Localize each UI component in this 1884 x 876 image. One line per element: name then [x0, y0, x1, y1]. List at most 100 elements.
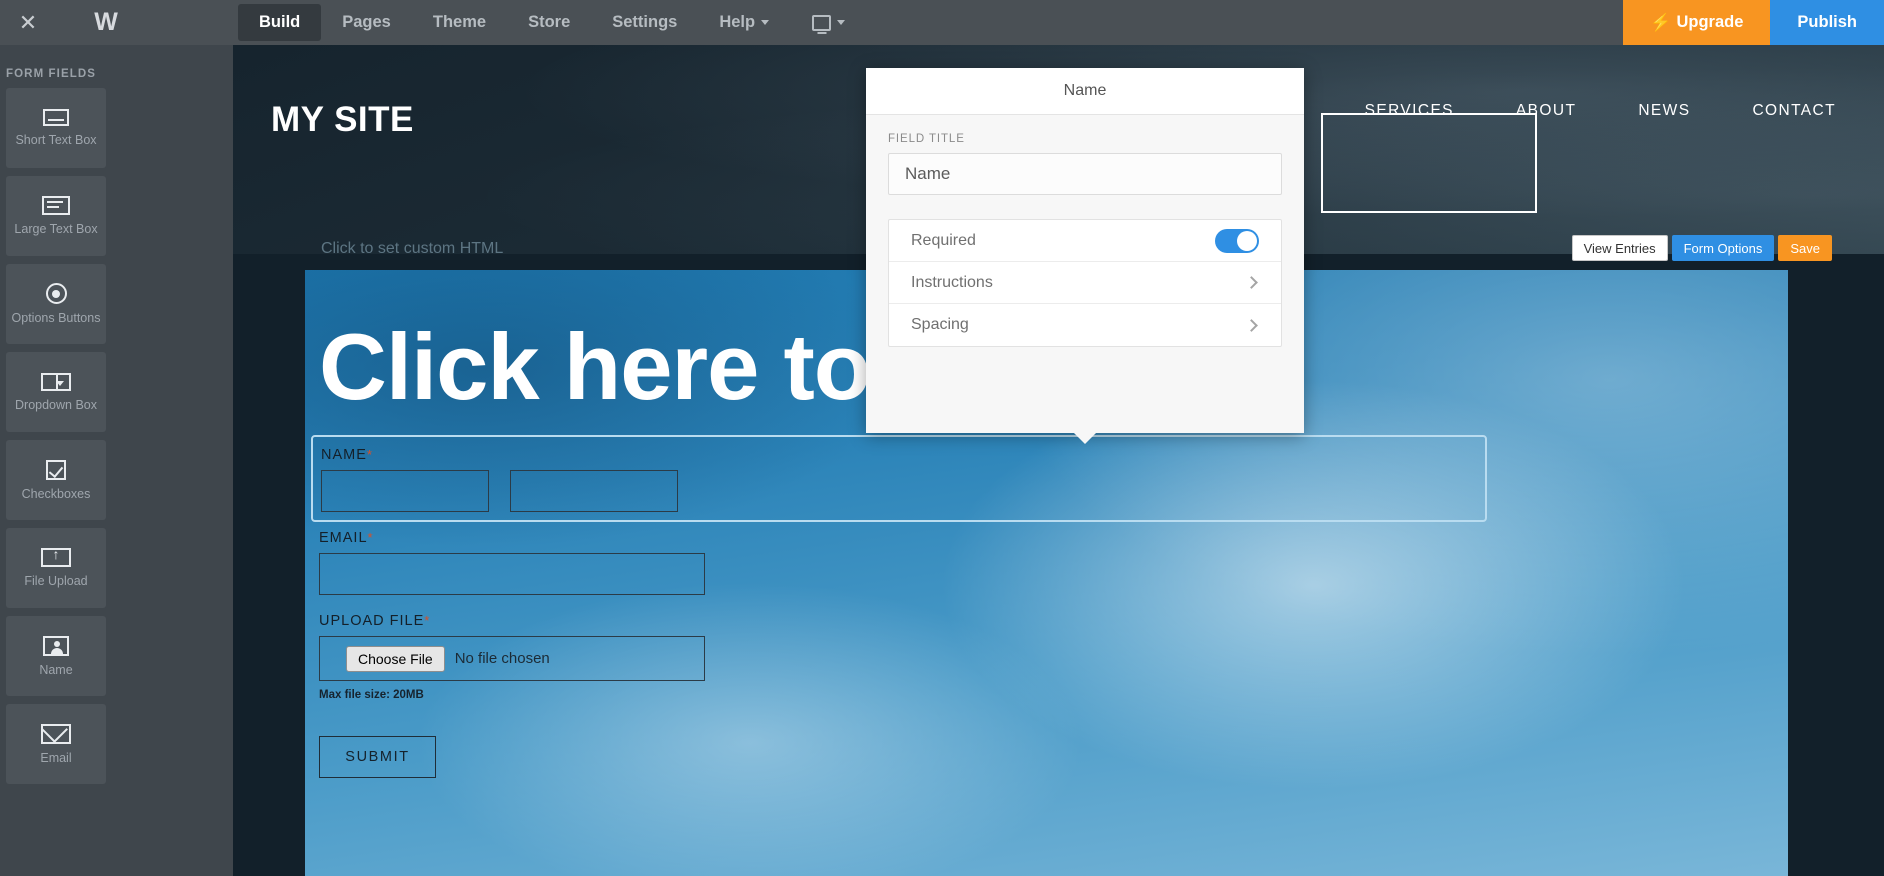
required-asterisk: * [366, 447, 373, 462]
chevron-down-icon [761, 20, 770, 25]
publish-button-label: Publish [1797, 13, 1857, 31]
option-row-required[interactable]: Required [889, 220, 1281, 262]
device-preview-button[interactable] [798, 4, 859, 41]
envelope-icon [41, 723, 71, 744]
tab-build[interactable]: Build [238, 4, 322, 41]
contact-form: NAME* EMAIL* UPLOAD FILE* Choose File No… [311, 435, 1739, 778]
sidebar-title: FORM FIELDS [6, 68, 97, 80]
option-control [1215, 228, 1259, 253]
field-title-label: FIELD TITLE [888, 133, 965, 145]
option-label: Instructions [911, 273, 993, 291]
option-row-spacing[interactable]: Spacing [889, 304, 1281, 346]
field-settings-popup: Name FIELD TITLE Required Instructions S… [866, 68, 1304, 444]
tab-theme[interactable]: Theme [412, 4, 507, 41]
popup-body: FIELD TITLE Required Instructions Spacin… [866, 115, 1304, 347]
tab-help-label: Help [719, 13, 756, 31]
dropdown-icon [41, 372, 71, 391]
submit-button[interactable]: SUBMIT [319, 736, 436, 778]
choose-file-button[interactable]: Choose File [346, 645, 445, 672]
tab-help[interactable]: Help [698, 4, 790, 41]
form-toolbar: View Entries Form Options Save [1571, 235, 1832, 261]
option-control [1245, 318, 1259, 332]
chevron-right-icon [1245, 318, 1258, 332]
site-logo[interactable]: MY SITE [271, 100, 414, 140]
file-upload-icon [41, 547, 71, 567]
form-field-list: Short Text Box Large Text Box Options Bu… [0, 88, 233, 784]
option-row-instructions[interactable]: Instructions [889, 262, 1281, 304]
option-control [1245, 276, 1259, 289]
sidebar-item-options-buttons[interactable]: Options Buttons [6, 264, 106, 344]
person-icon [43, 635, 69, 656]
file-upload-control[interactable]: Choose File No file chosen [319, 636, 705, 681]
publish-button[interactable]: Publish [1770, 0, 1884, 45]
tab-settings-label: Settings [612, 13, 678, 31]
sidebar-item-large-text-box[interactable]: Large Text Box [6, 176, 106, 256]
checkbox-icon [46, 459, 66, 480]
editor-top-bar: ✕ W Build Pages Theme Store Settings Hel… [0, 0, 1884, 45]
form-field-name[interactable]: NAME* [311, 435, 1487, 522]
required-asterisk: * [367, 530, 374, 545]
site-nav-item-news[interactable]: NEWS [1638, 102, 1690, 120]
upload-label-text: UPLOAD FILE [319, 613, 425, 629]
site-nav-item-contact[interactable]: CONTACT [1752, 102, 1836, 120]
sidebar-item-label: Options Buttons [11, 311, 101, 325]
bolt-icon: ⚡ [1650, 13, 1672, 32]
view-entries-button[interactable]: View Entries [1571, 235, 1668, 261]
short-text-box-icon [43, 109, 69, 126]
weebly-logo[interactable]: W [56, 0, 156, 45]
tab-theme-label: Theme [432, 13, 487, 31]
option-label: Spacing [911, 316, 969, 333]
last-name-input[interactable] [510, 470, 678, 512]
selected-element-outline [1321, 113, 1537, 213]
close-icon[interactable]: ✕ [0, 0, 56, 45]
large-text-box-icon [42, 196, 70, 215]
sidebar-item-label: Large Text Box [14, 222, 98, 236]
email-label-text: EMAIL [319, 530, 368, 546]
sidebar-item-dropdown-box[interactable]: Dropdown Box [6, 352, 106, 432]
popup-title: Name [1063, 82, 1107, 99]
form-field-upload[interactable]: UPLOAD FILE* Choose File No file chosen … [319, 613, 1739, 701]
upgrade-button[interactable]: ⚡ Upgrade [1623, 0, 1771, 45]
chevron-down-icon [837, 20, 846, 25]
email-field-label: EMAIL* [319, 530, 1739, 546]
form-fields-sidebar: FORM FIELDS Short Text Box Large Text Bo… [0, 45, 233, 876]
name-label-text: NAME [321, 447, 367, 463]
form-options-button[interactable]: Form Options [1671, 235, 1775, 261]
sidebar-item-name[interactable]: Name [6, 616, 106, 696]
custom-html-hint[interactable]: Click to set custom HTML [321, 240, 503, 258]
email-input[interactable] [319, 553, 705, 595]
name-inputs [321, 470, 1477, 512]
tab-pages-label: Pages [342, 13, 391, 31]
tab-store[interactable]: Store [507, 4, 591, 41]
required-toggle[interactable] [1215, 228, 1259, 253]
popup-option-list: Required Instructions Spacing [888, 219, 1282, 347]
upgrade-button-label: Upgrade [1676, 13, 1744, 31]
tab-pages[interactable]: Pages [321, 4, 412, 41]
sidebar-item-label: Checkboxes [21, 486, 91, 501]
tab-build-label: Build [259, 13, 301, 31]
radio-button-icon [45, 283, 67, 304]
option-label: Required [911, 231, 976, 249]
no-file-chosen-text: No file chosen [454, 650, 550, 667]
popup-header: Name [866, 68, 1304, 115]
upload-field-label: UPLOAD FILE* [319, 613, 1739, 629]
first-name-input[interactable] [321, 470, 489, 512]
max-file-size-text: Max file size: 20MB [319, 689, 424, 701]
form-field-email[interactable]: EMAIL* [319, 530, 1739, 595]
sidebar-item-checkboxes[interactable]: Checkboxes [6, 440, 106, 520]
editor-main-nav: Build Pages Theme Store Settings Help [238, 0, 859, 45]
field-title-input[interactable] [888, 153, 1282, 195]
topbar-actions: ⚡ Upgrade Publish [1623, 0, 1884, 45]
monitor-icon [812, 14, 832, 31]
name-field-label: NAME* [321, 447, 1477, 463]
sidebar-item-email[interactable]: Email [6, 704, 106, 784]
save-form-button[interactable]: Save [1778, 235, 1832, 261]
popup-arrow [1073, 432, 1097, 444]
sidebar-item-short-text-box[interactable]: Short Text Box [6, 88, 106, 168]
tab-settings[interactable]: Settings [591, 4, 698, 41]
chevron-right-icon [1245, 276, 1258, 289]
sidebar-item-file-upload[interactable]: File Upload [6, 528, 106, 608]
sidebar-item-label: Email [40, 750, 72, 765]
sidebar-item-label: Short Text Box [15, 133, 97, 147]
sidebar-item-label: Dropdown Box [15, 397, 97, 412]
